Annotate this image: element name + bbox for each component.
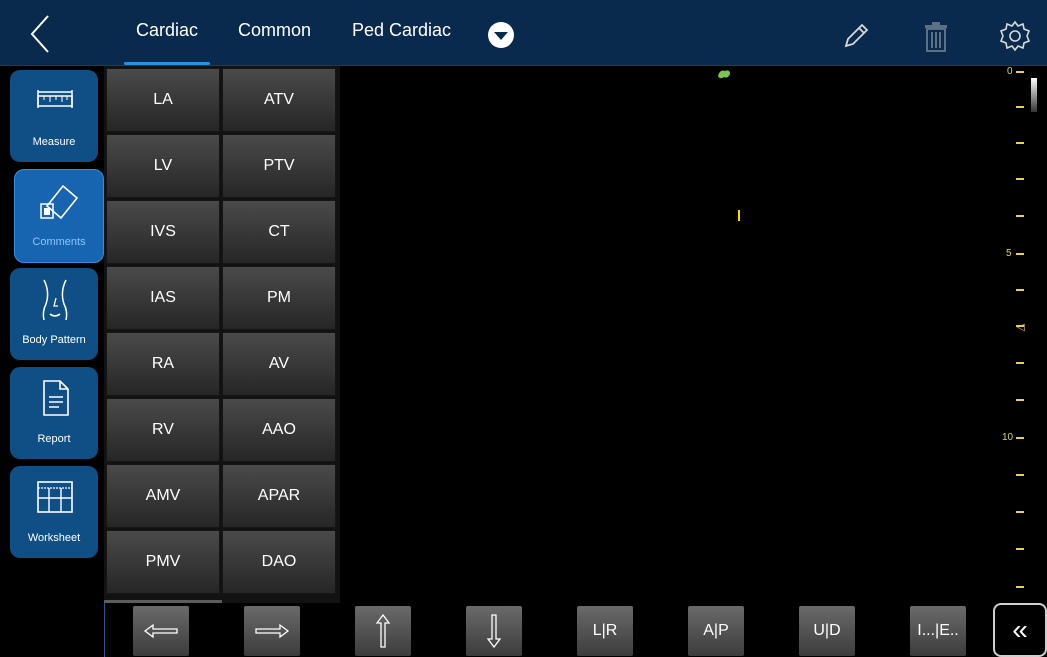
chevron-left-icon: [30, 15, 49, 53]
depth-tick: [1016, 71, 1024, 73]
comment-button-amv[interactable]: AMV: [106, 464, 220, 528]
comment-button-ptv[interactable]: PTV: [222, 134, 336, 198]
chevron-down-icon: [488, 22, 514, 48]
probe-marker-icon: [718, 70, 730, 79]
comment-button-la[interactable]: LA: [106, 68, 220, 132]
depth-label-0: 0: [1007, 66, 1013, 77]
depth-tick: [1016, 289, 1024, 291]
tab-common[interactable]: Common: [238, 20, 311, 64]
depth-tick: [1016, 548, 1024, 550]
bottom-toolbar: L|R A|P U|D I...|E..: [104, 603, 1047, 657]
depth-tick: [1016, 142, 1024, 144]
flip-ie-button[interactable]: I...|E..: [910, 606, 966, 656]
comment-button-ivs[interactable]: IVS: [106, 200, 220, 264]
tabs-dropdown-button[interactable]: [487, 21, 515, 49]
sidebar-item-worksheet[interactable]: Worksheet: [10, 466, 98, 558]
move-down-button[interactable]: [466, 606, 522, 656]
image-viewport[interactable]: [340, 66, 1000, 600]
depth-tick: [1016, 253, 1024, 255]
top-bar: Cardiac Common Ped Cardiac: [0, 0, 1047, 66]
comment-button-apar[interactable]: APAR: [222, 464, 336, 528]
sidebar-item-measure[interactable]: Measure: [10, 70, 98, 162]
depth-tick: [1016, 178, 1024, 180]
comment-button-av[interactable]: AV: [222, 332, 336, 396]
back-button[interactable]: [18, 12, 68, 56]
comments-grid: LA ATV LV PTV IVS CT IAS PM RA AV RV AAO…: [104, 66, 340, 603]
text-cursor: [738, 210, 740, 221]
arrow-left-icon: [143, 623, 178, 639]
depth-label-10: 10: [1002, 432, 1014, 443]
move-right-button[interactable]: [244, 606, 300, 656]
depth-tick: [1016, 106, 1024, 108]
collapse-panel-button[interactable]: «: [993, 603, 1047, 657]
depth-tick: [1016, 511, 1024, 513]
table-icon: [37, 481, 73, 513]
sidebar-item-label: Measure: [32, 136, 76, 148]
sidebar-item-label: Body Pattern: [22, 334, 86, 346]
depth-tick: [1016, 399, 1024, 401]
arrow-up-icon: [375, 613, 391, 648]
comment-button-ra[interactable]: RA: [106, 332, 220, 396]
trash-icon: [925, 22, 947, 52]
flip-ap-button[interactable]: A|P: [688, 606, 744, 656]
delete-button[interactable]: [918, 18, 954, 54]
depth-tick: [1016, 362, 1024, 364]
depth-tick: [1016, 586, 1024, 588]
tag-icon: [40, 184, 79, 220]
sidebar-item-label: Worksheet: [27, 532, 81, 544]
sidebar-item-label: Comments: [32, 236, 86, 248]
sidebar: Measure Comments Body Pattern Report Wor…: [0, 66, 104, 600]
pencil-icon: [844, 23, 869, 48]
document-icon: [43, 380, 69, 416]
sidebar-item-comments[interactable]: Comments: [14, 169, 104, 263]
edit-button[interactable]: [838, 18, 874, 54]
move-up-button[interactable]: [355, 606, 411, 656]
gear-icon: [999, 20, 1031, 52]
depth-tick: [1016, 437, 1024, 439]
comment-button-lv[interactable]: LV: [106, 134, 220, 198]
comment-button-rv[interactable]: RV: [106, 398, 220, 462]
ruler-icon: [37, 90, 73, 108]
comment-button-dao[interactable]: DAO: [222, 530, 336, 594]
depth-label-5: 5: [1006, 248, 1012, 259]
sidebar-item-body-pattern[interactable]: Body Pattern: [10, 268, 98, 360]
flip-ud-button[interactable]: U|D: [799, 606, 855, 656]
depth-tick: [1016, 215, 1024, 217]
tab-cardiac[interactable]: Cardiac: [123, 20, 211, 65]
depth-tick: [1016, 474, 1024, 476]
sidebar-item-label: Report: [37, 433, 71, 445]
comment-button-aao[interactable]: AAO: [222, 398, 336, 462]
depth-ruler: 0 5 ◁ 10: [1000, 66, 1047, 600]
tab-ped-cardiac[interactable]: Ped Cardiac: [352, 20, 451, 64]
gray-scale-bar: [1031, 78, 1037, 112]
comment-button-pm[interactable]: PM: [222, 266, 336, 330]
sidebar-item-report[interactable]: Report: [10, 367, 98, 459]
move-left-button[interactable]: [133, 606, 189, 656]
comment-button-ct[interactable]: CT: [222, 200, 336, 264]
arrow-down-icon: [486, 614, 502, 649]
comment-button-pmv[interactable]: PMV: [106, 530, 220, 594]
settings-button[interactable]: [997, 18, 1033, 54]
flip-lr-button[interactable]: L|R: [577, 606, 633, 656]
comment-button-ias[interactable]: IAS: [106, 266, 220, 330]
comment-button-atv[interactable]: ATV: [222, 68, 336, 132]
focus-marker: ◁: [1017, 322, 1025, 333]
arrow-right-icon: [255, 623, 290, 639]
body-outline-icon: [42, 279, 68, 321]
